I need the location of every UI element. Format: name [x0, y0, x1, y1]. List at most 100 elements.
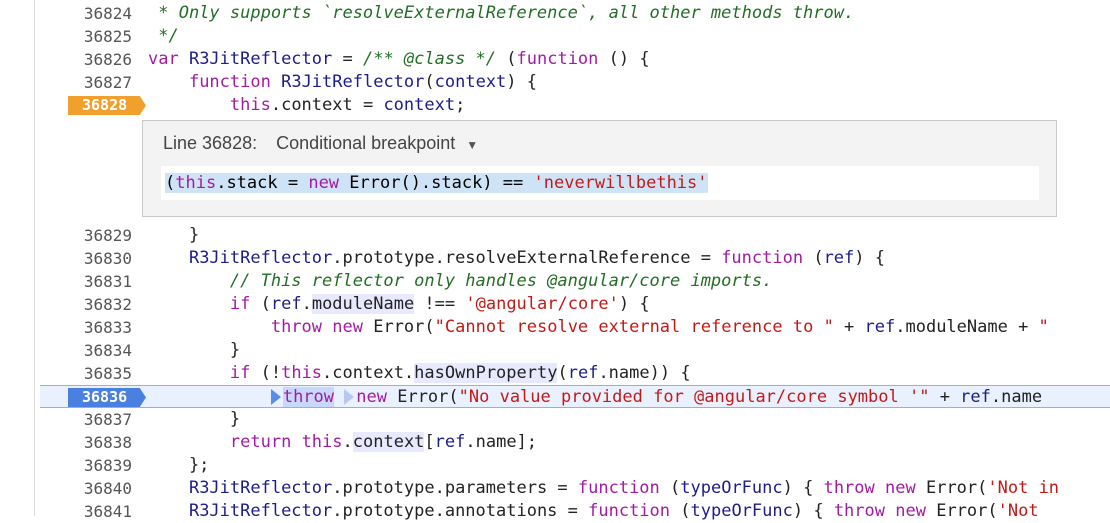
breakpoint-line-label: Line 36828:: [163, 133, 258, 153]
panel-divider[interactable]: [34, 0, 35, 516]
code-editor[interactable]: 36824 * Only supports `resolveExternalRe…: [40, 0, 1110, 521]
code-token: * Only supports `resolveExternalReferenc…: [148, 3, 855, 23]
code-token: new: [895, 501, 926, 521]
code-token: (: [250, 294, 271, 314]
execution-pointer-icon: [270, 389, 281, 405]
code-line: 36824 * Only supports `resolveExternalRe…: [40, 2, 1110, 25]
line-number[interactable]: 36827: [40, 71, 136, 94]
code-token: new: [885, 478, 916, 498]
condition-token: new: [308, 173, 340, 193]
code-text[interactable]: R3JitReflector.prototype.resolveExternal…: [148, 247, 885, 270]
line-number[interactable]: 36832: [40, 293, 136, 316]
condition-token: Error().stack) ==: [339, 173, 534, 193]
line-number[interactable]: 36834: [40, 339, 136, 362]
code-lines-bottom: 36829 } 36830 R3JitReflector.prototype.re…: [40, 224, 1110, 523]
code-line: 36832 if (ref.moduleName !== '@angular/c…: [40, 293, 1110, 316]
code-token: .name: [990, 387, 1043, 407]
line-number[interactable]: 36835: [40, 362, 136, 385]
line-number[interactable]: 36837: [40, 408, 136, 431]
code-text[interactable]: R3JitReflector.prototype.parameters = fu…: [148, 477, 1059, 500]
breakpoint-condition-input[interactable]: (this.stack = new Error().stack) == 'nev…: [161, 166, 1039, 200]
code-token: new: [356, 387, 387, 407]
code-token: .: [301, 294, 312, 314]
code-token: "No value provided for @angular/core sym…: [458, 387, 930, 407]
code-text[interactable]: };: [148, 454, 209, 477]
conditional-breakpoint-marker[interactable]: 36828: [68, 96, 146, 115]
condition-token: this: [175, 173, 217, 193]
code-text[interactable]: }: [148, 408, 240, 431]
code-token: .context =: [270, 95, 384, 115]
code-line: 36831 // This reflector only handles @an…: [40, 270, 1110, 293]
line-number[interactable]: 36833: [40, 316, 136, 339]
line-number[interactable]: 36838: [40, 431, 136, 454]
code-token: this: [229, 95, 271, 115]
code-text[interactable]: * Only supports `resolveExternalReferenc…: [148, 2, 854, 25]
code-token: }: [148, 340, 241, 360]
code-token: ) {: [792, 501, 834, 521]
code-token: R3JitReflector: [281, 72, 425, 92]
line-number[interactable]: 36839: [40, 454, 136, 477]
code-token: ref: [823, 248, 855, 268]
inline-breakpoint-icon[interactable]: [344, 389, 355, 405]
breakpoint-editor: Line 36828: Conditional breakpoint ▼ (th…: [142, 120, 1057, 217]
code-token: }: [148, 409, 241, 429]
code-text[interactable]: if (!this.context.hasOwnProperty(ref.nam…: [148, 362, 691, 385]
code-token: (: [496, 49, 517, 69]
breakpoint-marker[interactable]: 36836: [68, 388, 146, 407]
code-line: 36839 };: [40, 454, 1110, 477]
code-token: ref: [270, 294, 302, 314]
line-number[interactable]: 36830: [40, 247, 136, 270]
code-text[interactable]: }: [148, 224, 199, 247]
code-line: 36840 R3JitReflector.prototype.parameter…: [40, 477, 1110, 500]
line-number[interactable]: 36829: [40, 224, 136, 247]
code-token: ref: [567, 363, 599, 383]
code-text[interactable]: throw new Error("Cannot resolve external…: [148, 316, 1049, 339]
line-number[interactable]: 36831: [40, 270, 136, 293]
code-text[interactable]: */: [148, 25, 178, 48]
code-text[interactable]: var R3JitReflector = /** @class */ (func…: [148, 48, 650, 71]
code-token: .prototype.resolveExternalReference =: [332, 248, 722, 268]
code-text[interactable]: // This reflector only handles @angular/…: [148, 270, 772, 293]
code-lines-top: 36824 * Only supports `resolveExternalRe…: [40, 2, 1110, 117]
line-number[interactable]: 36825: [40, 25, 136, 48]
line-number[interactable]: 36841: [40, 500, 136, 523]
code-token: .prototype.annotations =: [332, 501, 589, 521]
line-number[interactable]: 36840: [40, 477, 136, 500]
code-token: (: [670, 501, 691, 521]
code-token: };: [148, 455, 210, 475]
breakpoint-type-dropdown[interactable]: Conditional breakpoint ▼: [276, 133, 478, 153]
code-text[interactable]: throw new Error("No value provided for @…: [148, 386, 1042, 409]
code-token: +: [833, 317, 865, 337]
code-token: ": [1038, 317, 1049, 337]
condition-token: (: [165, 173, 176, 193]
code-token: var: [148, 49, 189, 69]
line-number[interactable]: 36826: [40, 48, 136, 71]
code-text[interactable]: R3JitReflector.prototype.annotations = f…: [148, 500, 1039, 523]
code-token: (: [803, 248, 824, 268]
code-line: 36829 }: [40, 224, 1110, 247]
code-text[interactable]: if (ref.moduleName !== '@angular/core') …: [148, 293, 650, 316]
code-token: .prototype.parameters =: [332, 478, 578, 498]
code-token: ref: [434, 432, 466, 452]
code-text[interactable]: return this.context[ref.name];: [148, 431, 537, 454]
code-token: (: [424, 72, 435, 92]
breakpoint-type-label: Conditional breakpoint: [276, 133, 456, 153]
code-token: throw: [282, 387, 335, 407]
chevron-down-icon: ▼: [466, 138, 479, 152]
code-token: function: [721, 248, 804, 268]
code-text[interactable]: this.context = context;: [148, 94, 465, 117]
code-token: /** @class */: [362, 49, 497, 69]
code-token: R3JitReflector: [188, 501, 333, 521]
code-text[interactable]: }: [148, 339, 240, 362]
line-number[interactable]: 36824: [40, 2, 136, 25]
code-text[interactable]: function R3JitReflector(context) {: [148, 71, 537, 94]
